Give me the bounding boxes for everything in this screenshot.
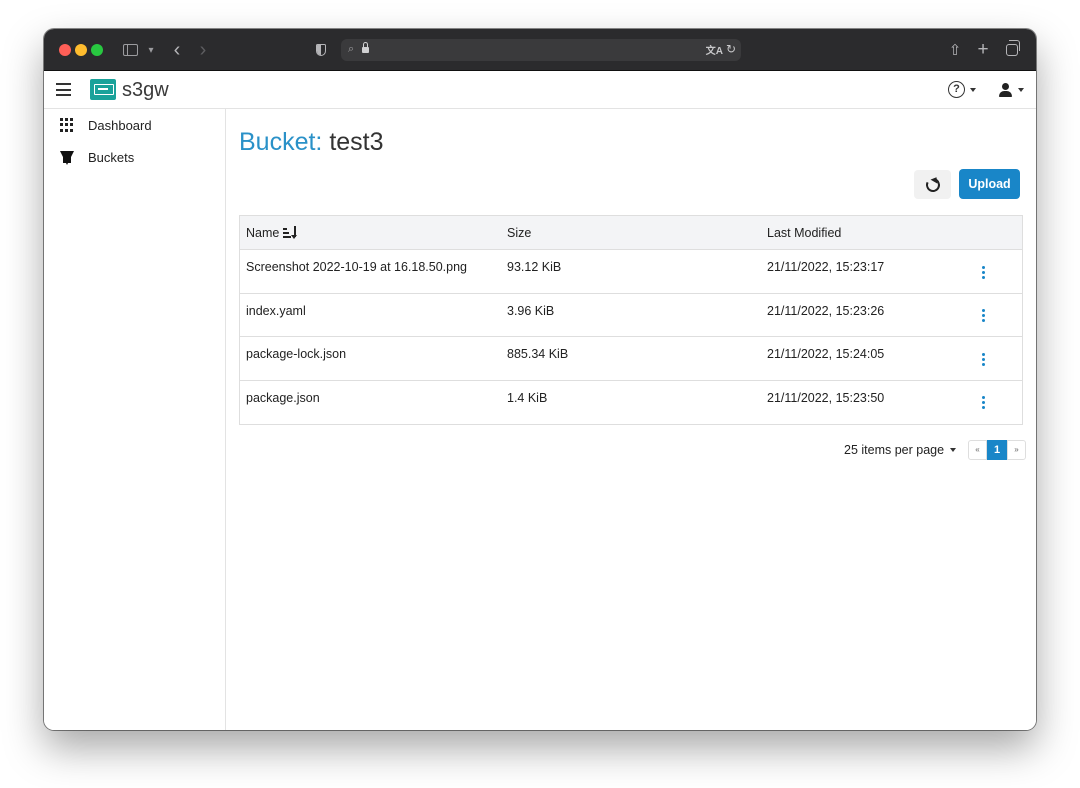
object-name[interactable]: package.json [246, 391, 320, 405]
reload-icon [923, 175, 942, 194]
object-name[interactable]: package-lock.json [246, 347, 346, 361]
sidebar-item-dashboard[interactable]: Dashboard [44, 113, 226, 139]
sort-descending-icon[interactable] [283, 226, 299, 239]
current-page-button[interactable]: 1 [987, 440, 1007, 460]
reload-page-icon[interactable]: ↻ [726, 42, 736, 56]
page-title: Bucket: test3 [239, 127, 384, 157]
browser-toolbar: ▾ ‹ › ⌕ 文A ↻ ⇧ + [44, 29, 1036, 71]
caret-down-icon [970, 88, 976, 92]
column-header-last-modified[interactable]: Last Modified [767, 226, 841, 240]
share-icon[interactable]: ⇧ [946, 39, 964, 61]
objects-table: Name Size Last Modified Screenshot 2022-… [239, 215, 1023, 425]
address-bar[interactable]: ⌕ 文A ↻ [341, 39, 741, 61]
sidebar-item-label: Buckets [88, 150, 135, 165]
caret-down-icon [950, 448, 957, 452]
privacy-shield-icon[interactable] [312, 39, 330, 61]
brand-name: s3gw [122, 79, 169, 101]
object-size: 885.34 KiB [507, 347, 569, 361]
translate-icon[interactable]: 文A [706, 42, 723, 57]
object-last-modified: 21/11/2022, 15:23:50 [767, 390, 885, 405]
table-row[interactable]: Screenshot 2022-10-19 at 16.18.50.png 93… [240, 250, 1022, 294]
page-title-prefix: Bucket: [239, 128, 323, 156]
main-content: Bucket: test3 Upload Name Size Last Modi… [227, 109, 1036, 730]
row-actions-kebab-icon[interactable] [973, 306, 993, 326]
reload-button[interactable] [914, 170, 951, 199]
chevron-right-icon[interactable]: › [194, 39, 212, 61]
lock-icon [362, 42, 369, 54]
table-row[interactable]: package.json 1.4 KiB 21/11/2022, 15:23:5… [240, 380, 1022, 424]
help-menu[interactable]: ? [948, 81, 978, 99]
object-size: 93.12 KiB [507, 260, 562, 274]
bucket-icon [60, 151, 74, 165]
object-name[interactable]: index.yaml [246, 304, 306, 318]
chevron-down-icon[interactable]: ▾ [144, 39, 158, 61]
table-row[interactable]: package-lock.json 885.34 KiB 21/11/2022,… [240, 337, 1022, 381]
grid-icon [60, 118, 74, 132]
sidebar-toggle-icon[interactable] [121, 39, 139, 61]
table-row[interactable]: index.yaml 3.96 KiB 21/11/2022, 15:23:26 [240, 293, 1022, 337]
sidebar-item-label: Dashboard [88, 118, 152, 133]
row-actions-kebab-icon[interactable] [973, 393, 993, 413]
browser-window: ▾ ‹ › ⌕ 文A ↻ ⇧ + s3gw ? Dashboard Bucket… [44, 29, 1036, 730]
object-name[interactable]: Screenshot 2022-10-19 at 16.18.50.png [246, 260, 467, 274]
user-icon [1002, 83, 1009, 90]
object-last-modified: 21/11/2022, 15:23:26 [767, 303, 885, 318]
zoom-window-button[interactable] [91, 44, 103, 56]
hamburger-menu-icon[interactable] [56, 83, 72, 97]
row-actions-kebab-icon[interactable] [973, 262, 993, 282]
user-menu[interactable] [998, 81, 1028, 99]
sidebar-item-buckets[interactable]: Buckets [44, 145, 226, 171]
table-header: Name Size Last Modified [240, 216, 1022, 250]
chevron-left-icon[interactable]: ‹ [168, 39, 186, 61]
column-header-name[interactable]: Name [246, 226, 299, 240]
bucket-name: test3 [329, 128, 384, 156]
object-last-modified: 21/11/2022, 15:24:05 [767, 347, 885, 361]
sidebar-nav: Dashboard Buckets [44, 109, 226, 730]
next-page-button[interactable]: » [1007, 440, 1026, 460]
object-size: 1.4 KiB [507, 390, 548, 405]
search-icon: ⌕ [348, 43, 355, 55]
minimize-window-button[interactable] [75, 44, 87, 56]
upload-button[interactable]: Upload [959, 169, 1020, 199]
object-last-modified: 21/11/2022, 15:23:17 [767, 260, 885, 274]
close-window-button[interactable] [59, 44, 71, 56]
row-actions-kebab-icon[interactable] [973, 349, 993, 369]
caret-down-icon [1018, 88, 1024, 92]
plus-icon[interactable]: + [974, 39, 992, 61]
object-size: 3.96 KiB [507, 303, 555, 318]
items-per-page-select[interactable]: 25 items per page [844, 443, 957, 457]
tab-overview-icon[interactable] [1002, 39, 1022, 61]
previous-page-button[interactable]: « [968, 440, 987, 460]
column-header-size[interactable]: Size [507, 226, 531, 240]
help-icon: ? [948, 81, 965, 98]
app-header: s3gw ? [44, 71, 1036, 109]
pagination: 25 items per page « 1 » [844, 439, 1026, 461]
s3gw-logo-icon [90, 79, 116, 100]
